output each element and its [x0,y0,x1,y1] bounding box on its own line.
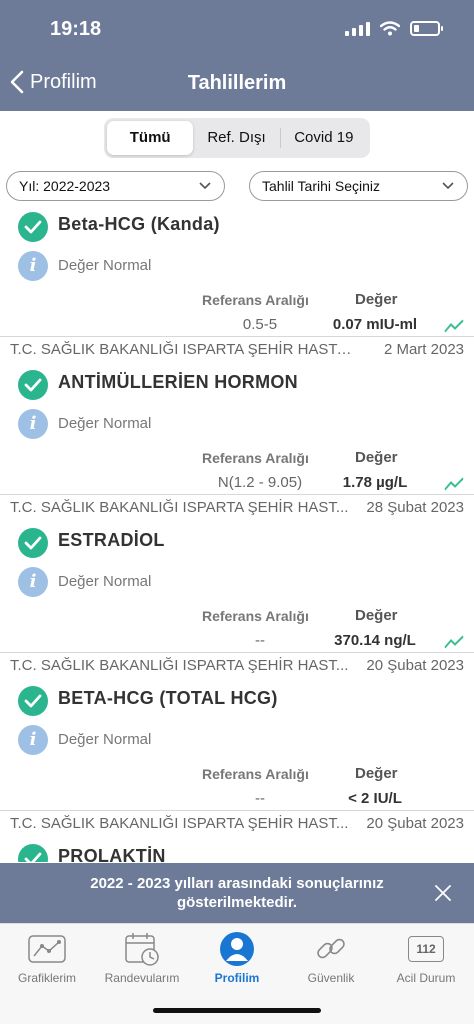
info-icon[interactable]: i [18,251,48,281]
hospital-name: T.C. SAĞLIK BAKANLIĞI ISPARTA ŞEHİR HAST… [10,657,349,674]
test-name: Beta-HCG (Kanda) [58,214,220,234]
reference-range-label: Referans Aralığı [202,608,309,624]
result-card[interactable]: T.C. SAĞLIK BAKANLIĞI ISPARTA ŞEHİR HAST… [0,337,474,495]
status-icons [345,20,443,36]
result-status: Değer Normal [58,731,152,748]
test-name: BETA-HCG (TOTAL HCG) [58,688,278,708]
hospital-name: T.C. SAĞLIK BAKANLIĞI ISPARTA ŞEHİR HAST… [10,499,349,516]
trend-chart-icon[interactable] [444,477,464,491]
info-icon[interactable]: i [18,567,48,597]
result-value: 0.07 mIU-ml [332,316,418,333]
result-date: 2 Mart 2023 [383,341,464,358]
trend-chart-icon[interactable] [444,635,464,649]
hospital-name: T.C. SAĞLIK BAKANLIĞI ISPARTA ŞEHİR HAST… [10,341,360,358]
year-select-label: Yıl: 2022-2023 [19,178,111,194]
banner-text: 2022 - 2023 yılları arasındaki sonuçları… [90,875,384,911]
value-label: Değer [355,449,398,466]
check-icon [18,212,48,242]
tab-label: Profilim [214,971,260,985]
test-name: ESTRADİOL [58,530,165,550]
tab-profilim[interactable]: Profilim [190,930,284,985]
test-name: ANTİMÜLLERİEN HORMON [58,372,298,392]
info-banner: 2022 - 2023 yılları arasındaki sonuçları… [0,863,474,923]
check-icon [18,528,48,558]
chart-icon [28,935,66,963]
tab-label: Grafiklerim [17,971,76,985]
value-label: Değer [355,291,398,308]
tab-grafiklerim[interactable]: Grafiklerim [0,930,94,985]
date-select-label: Tahlil Tarihi Seçiniz [262,178,381,194]
check-icon [18,370,48,400]
chevron-down-icon [442,182,454,190]
segment-all[interactable]: Tümü [107,121,194,155]
status-time: 19:18 [50,18,102,40]
check-icon [18,844,48,862]
result-card[interactable]: T.C. SAĞLIK BAKANLIĞI ISPARTA ŞEHİR HAST… [0,653,474,811]
info-icon[interactable]: i [18,409,48,439]
result-date: 20 Şubat 2023 [366,657,464,674]
info-icon[interactable]: i [18,725,48,755]
date-select[interactable]: Tahlil Tarihi Seçiniz [249,171,468,201]
filter-segmented-control: Tümü Ref. Dışı Covid 19 [104,118,370,158]
link-icon [317,938,345,959]
result-value: 370.14 ng/L [334,632,416,649]
tab-label: Güvenlik [307,971,355,985]
value-label: Değer [355,765,398,782]
wifi-icon [380,20,400,35]
calendar-icon [125,933,159,966]
result-date: 28 Şubat 2023 [366,499,464,516]
result-value: < 2 IU/L [348,790,402,807]
check-icon [18,686,48,716]
result-card[interactable]: T.C. SAĞLIK BAKANLIĞI ISPARTA ŞEHİR HAST… [0,495,474,653]
trend-chart-icon[interactable] [444,319,464,333]
result-card[interactable]: T.C. SAĞLIK BAKANLIĞI ISPARTA ŞEHİR HAST… [0,811,474,862]
hospital-name: T.C. SAĞLIK BAKANLIĞI ISPARTA ŞEHİR HAST… [10,815,349,832]
value-label: Değer [355,607,398,624]
top-navigation-bar: 19:18 Profilim Tahlillerim [0,0,474,111]
tab-acil-durum[interactable]: 112 Acil Durum [379,930,473,985]
segment-out-of-range[interactable]: Ref. Dışı [193,128,281,148]
year-select[interactable]: Yıl: 2022-2023 [6,171,225,201]
chevron-down-icon [199,182,211,190]
tab-label: Randevularım [104,971,180,985]
home-indicator [153,1008,321,1013]
tab-label: Acil Durum [396,971,456,985]
segment-covid[interactable]: Covid 19 [281,121,367,155]
signal-icon [345,20,370,36]
reference-range-label: Referans Aralığı [202,450,309,466]
result-date: 20 Şubat 2023 [366,815,464,832]
page-title: Tahlillerim [187,72,287,94]
tab-guvenlik[interactable]: Güvenlik [284,930,378,985]
tab-randevularim[interactable]: Randevularım [95,930,189,985]
test-name: PROLAKTİN [58,846,166,862]
result-status: Değer Normal [58,257,152,274]
result-card[interactable]: Beta-HCG (Kanda) i Değer Normal Referans… [0,208,474,337]
reference-range-label: Referans Aralığı [202,292,309,308]
result-value: 1.78 µg/L [342,474,408,491]
results-list[interactable]: Beta-HCG (Kanda) i Değer Normal Referans… [0,208,474,862]
battery-icon [410,20,443,36]
result-status: Değer Normal [58,573,152,590]
profile-icon [220,932,254,966]
emergency-112-icon: 112 [408,936,444,962]
reference-range-label: Referans Aralığı [202,766,309,782]
close-icon[interactable] [434,884,452,902]
result-status: Değer Normal [58,415,152,432]
